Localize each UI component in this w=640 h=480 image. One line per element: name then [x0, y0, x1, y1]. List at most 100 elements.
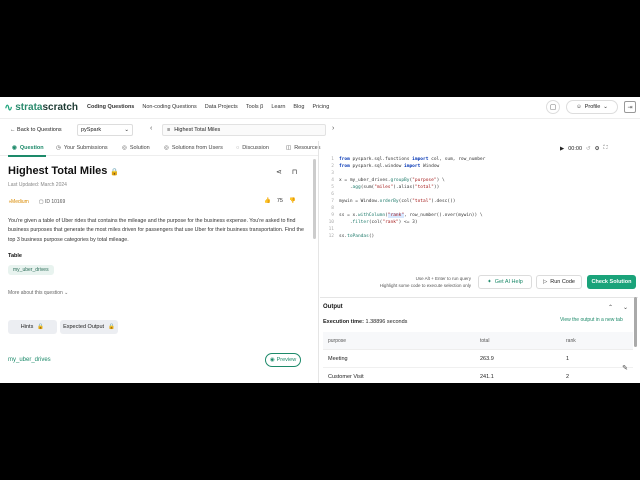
tab-label: Solution: [129, 145, 150, 151]
table-name-link[interactable]: my_uber_drives: [8, 357, 51, 363]
code-line: 11: [320, 227, 339, 234]
thumbs-up-icon[interactable]: 👍: [264, 198, 271, 204]
tab-solution[interactable]: ◎ Solution: [122, 145, 150, 151]
code-line: 9 ss = x.withColumn("rank", row_number().…: [320, 213, 483, 220]
more-about-toggle[interactable]: More about this question ⌄: [8, 290, 68, 296]
tab-label: Your Submissions: [63, 145, 108, 151]
notifications-icon[interactable]: ▢: [546, 100, 560, 114]
nav-blog[interactable]: Blog: [293, 104, 304, 110]
nav-learn[interactable]: Learn: [271, 104, 285, 110]
tab-label: Resources: [294, 145, 321, 151]
tab-discussion[interactable]: ◌ Discussion: [236, 145, 269, 151]
tab-question[interactable]: ◉ Question: [12, 145, 44, 151]
tab-label: Solutions from Users: [171, 145, 223, 151]
column-header: rank: [566, 337, 576, 344]
submissions-icon: ◷: [56, 145, 61, 151]
expected-output-label: Expected Output: [63, 324, 105, 330]
tab-your-submissions[interactable]: ◷ Your Submissions: [56, 145, 108, 151]
code-token: "rank": [382, 220, 399, 225]
preview-button[interactable]: ◉ Preview: [265, 353, 301, 367]
resources-icon: ◫: [286, 145, 292, 151]
code-line: 5 .agg(sum("miles").alias("total")): [320, 185, 439, 192]
pane-divider[interactable]: [318, 141, 319, 383]
nav-pricing[interactable]: Pricing: [312, 104, 329, 110]
chevron-down-icon[interactable]: ⌄: [623, 304, 628, 311]
language-select[interactable]: pySpark ⌄: [77, 124, 133, 136]
code-line: 8: [320, 206, 339, 213]
execution-time: Execution time: 1.38896 seconds: [323, 319, 407, 325]
reset-icon[interactable]: ↺: [586, 146, 591, 152]
chat-icon[interactable]: ✎: [618, 361, 632, 375]
settings-icon[interactable]: ⚙: [595, 146, 600, 152]
column-header: total: [480, 337, 490, 344]
table-cell: 241.1: [480, 373, 494, 380]
code-token: col, sum, row_number: [428, 157, 486, 162]
code-token: ) \: [436, 178, 445, 183]
users-icon: ◎: [164, 145, 169, 151]
logo-icon: ∿: [4, 101, 14, 114]
line-number: 3: [331, 171, 334, 176]
bookmark-icon[interactable]: ⊓: [292, 168, 297, 176]
output-scrollbar[interactable]: [634, 297, 637, 347]
line-number: 7: [331, 199, 334, 204]
nav-coding-questions[interactable]: Coding Questions: [87, 104, 134, 110]
nav-data-projects[interactable]: Data Projects: [205, 104, 238, 110]
code-editor[interactable]: 1 from pyspark.sql.functions import col, …: [320, 157, 638, 269]
nav-tools[interactable]: Tools β: [246, 104, 264, 110]
question-selector-label: Highest Total Miles: [174, 127, 221, 133]
code-token: .: [339, 220, 353, 225]
next-question-button[interactable]: ›: [332, 125, 334, 132]
main-nav: Coding Questions Non-coding Questions Da…: [87, 104, 329, 110]
left-scrollbar[interactable]: [313, 159, 316, 239]
tab-resources[interactable]: ◫ Resources: [286, 145, 321, 151]
get-ai-help-button[interactable]: ✦ Get AI Help: [478, 275, 532, 289]
fullscreen-icon[interactable]: ⛶: [604, 145, 608, 152]
thumbs-down-icon[interactable]: 👎: [289, 198, 296, 204]
line-number: 10: [328, 220, 334, 225]
hints-button[interactable]: Hints 🔒: [8, 320, 57, 334]
sparkle-icon: ✦: [487, 279, 492, 285]
code-line: 6: [320, 192, 339, 199]
code-line: 4x = my_uber_drives.groupBy("purpose") \: [320, 178, 445, 185]
run-code-button[interactable]: ▷ Run Code: [536, 275, 582, 289]
table-row: Customer Visit 241.1 2: [323, 368, 633, 383]
code-token: (): [368, 234, 375, 239]
share-icon[interactable]: ⋖: [276, 168, 282, 176]
line-number: 6: [331, 192, 334, 197]
chevron-up-icon[interactable]: ⌃: [608, 304, 613, 311]
exit-fullscreen-icon[interactable]: ⇥: [624, 101, 636, 113]
play-icon[interactable]: ▶: [560, 146, 564, 152]
question-icon: ◉: [12, 145, 17, 151]
code-token: ).alias(: [393, 185, 415, 190]
code-token: withColumn: [357, 213, 386, 218]
user-icon: ☺: [576, 104, 582, 110]
code-token: from: [339, 164, 350, 169]
prev-question-button[interactable]: ‹: [150, 125, 152, 132]
code-token: import: [412, 157, 429, 162]
profile-button[interactable]: ☺ Profile ⌄: [566, 100, 618, 114]
keyboard-hint: Use Alt + Enter to run query Highlight s…: [376, 275, 471, 289]
table-tag[interactable]: my_uber_drives: [8, 265, 54, 275]
output-panel: Output ⌃ ⌄ Execution time: 1.38896 secon…: [320, 297, 638, 383]
code-token: "miles": [374, 185, 394, 190]
vote-count: 75: [276, 198, 283, 204]
check-solution-button[interactable]: Check Solution: [587, 275, 636, 289]
back-to-questions-link[interactable]: ← Back to Questions: [10, 127, 62, 133]
votes: 👍 75 👎: [264, 198, 296, 204]
play-icon: ▷: [542, 279, 548, 285]
language-value: pySpark: [81, 127, 102, 133]
tab-solutions-from-users[interactable]: ◎ Solutions from Users: [164, 145, 223, 151]
expected-output-button[interactable]: Expected Output 🔒: [60, 320, 118, 334]
logo[interactable]: ∿ stratascratch: [4, 101, 78, 114]
view-output-new-tab-link[interactable]: View the output in a new tab: [560, 317, 623, 323]
nav-non-coding-questions[interactable]: Non-coding Questions: [142, 104, 196, 110]
list-icon: ≡: [167, 127, 171, 133]
line-number: 1: [331, 157, 334, 162]
code-token: agg: [352, 185, 361, 190]
code-line: 12 ss.toPandas(): [320, 234, 375, 241]
code-token: pyspark.sql.functions: [349, 157, 413, 162]
code-token: (col(: [398, 199, 413, 204]
question-pane: Highest Total Miles 🔒 Last Updated: March…: [0, 157, 318, 383]
question-selector[interactable]: ≡ Highest Total Miles: [162, 124, 326, 136]
difficulty-label: Medium: [11, 199, 29, 205]
